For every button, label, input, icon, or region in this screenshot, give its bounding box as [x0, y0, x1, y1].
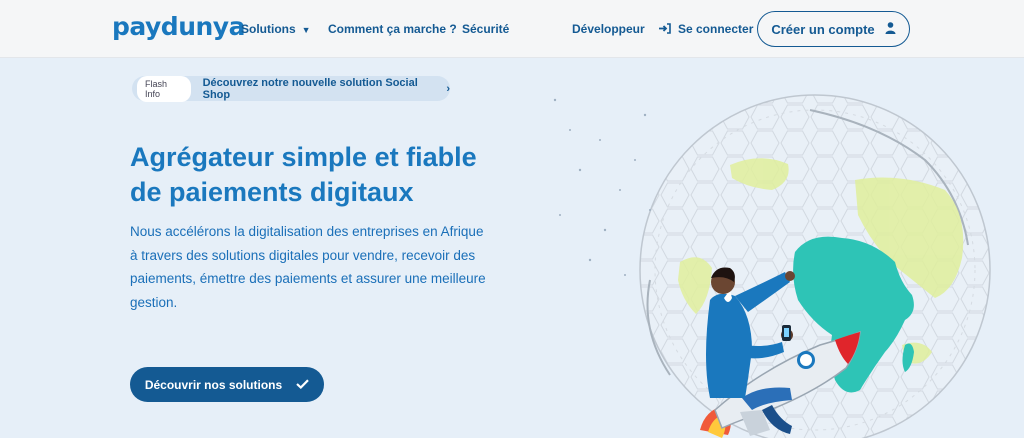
- login-arrow-icon: [659, 22, 671, 36]
- chevron-right-icon: ›: [446, 82, 450, 95]
- hero-illustration: [553, 94, 991, 438]
- flash-info-text: Découvrez notre nouvelle solution Social…: [202, 76, 418, 101]
- paydunya-logo[interactable]: paydunya: [112, 12, 245, 41]
- nav-solutions[interactable]: Solutions ▼: [241, 22, 311, 36]
- nav-login[interactable]: Se connecter: [659, 22, 753, 36]
- top-navbar: paydunya Solutions ▼ Comment ça marche ? …: [0, 0, 1024, 58]
- dots-spray: [553, 98, 651, 276]
- discover-solutions-label: Découvrir nos solutions: [144, 377, 283, 392]
- flash-info-banner[interactable]: Flash Info Découvrez notre nouvelle solu…: [132, 75, 450, 102]
- hero-title-line2: de paiements digitaux: [130, 177, 414, 207]
- nav-security[interactable]: Sécurité: [462, 22, 509, 36]
- signup-button-label: Créer un compte: [771, 21, 875, 37]
- check-icon: [296, 378, 309, 392]
- user-icon: [885, 21, 896, 37]
- nav-developer[interactable]: Développeur: [572, 22, 645, 36]
- hero-title: Agrégateur simple et fiable de paiements…: [130, 140, 550, 210]
- hero-title-line1: Agrégateur simple et fiable: [130, 142, 477, 172]
- nav-how-it-works[interactable]: Comment ça marche ?: [328, 22, 457, 36]
- hero-description: Nous accélérons la digitalisation des en…: [130, 224, 486, 310]
- flash-info-badge: Flash Info: [137, 75, 191, 102]
- discover-solutions-button[interactable]: Découvrir nos solutions: [130, 367, 324, 402]
- signup-button[interactable]: Créer un compte: [757, 11, 910, 47]
- nav-solutions-label: Solutions: [241, 22, 296, 36]
- nav-login-label: Se connecter: [678, 22, 754, 36]
- chevron-down-icon: ▼: [301, 25, 311, 35]
